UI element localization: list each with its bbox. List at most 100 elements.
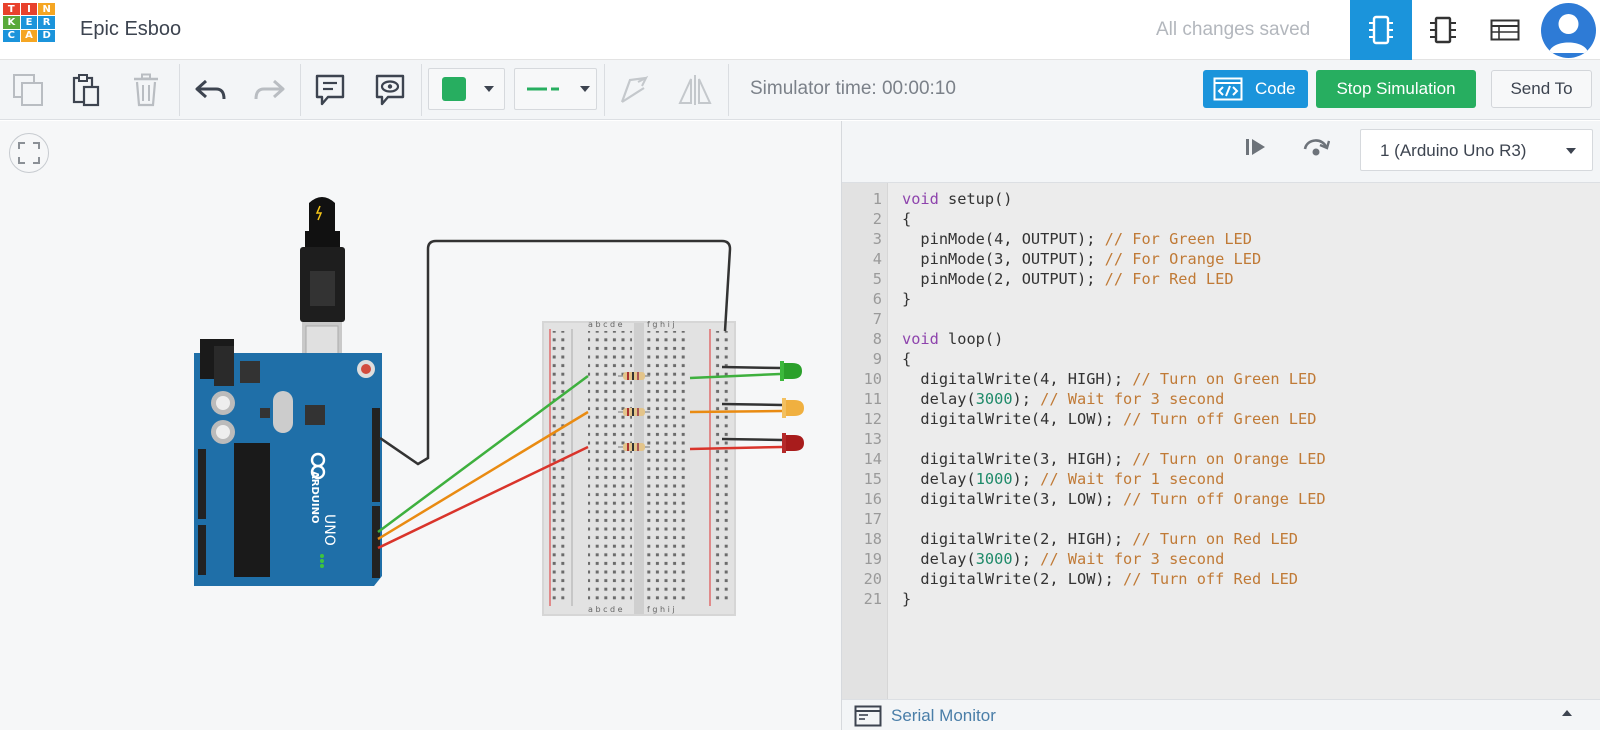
svg-text:a b c d e: a b c d e <box>588 605 623 614</box>
copy-icon <box>13 74 43 106</box>
rotate-button[interactable] <box>614 70 654 110</box>
tinkercad-app: T I N K E R C A D Epic Esboo All changes… <box>0 0 1600 730</box>
redo-arrow-icon <box>254 79 285 100</box>
user-avatar[interactable] <box>1541 3 1596 58</box>
breadboard[interactable]: a b c d e f g h i j a b c d e f g h i j <box>542 320 736 616</box>
code-line: { <box>902 350 912 368</box>
code-line: delay(1000); // Wait for 1 second <box>902 470 1225 488</box>
paste-button[interactable] <box>66 70 106 110</box>
wire-type-icon <box>527 87 559 91</box>
eye-note-icon <box>375 74 405 106</box>
code-button[interactable]: Code <box>1203 70 1308 108</box>
component-list-button[interactable] <box>1474 0 1536 60</box>
serial-monitor-label: Serial Monitor <box>891 706 996 725</box>
paste-icon <box>72 74 100 107</box>
notes-visibility-button[interactable] <box>370 70 410 110</box>
orange-led[interactable] <box>782 398 804 418</box>
logo-letter: E <box>20 16 38 29</box>
line-number: 4 <box>872 250 882 268</box>
circuit-canvas[interactable]: ARDUINO UNO a b c d e f g h i j a b c d … <box>0 121 841 730</box>
step-icon <box>1246 139 1265 155</box>
device-selector-label: 1 (Arduino Uno R3) <box>1380 141 1527 160</box>
code-editor-icon <box>1213 77 1243 101</box>
undo-button[interactable] <box>190 70 230 110</box>
code-line: } <box>902 290 912 308</box>
code-line: pinMode(4, OUTPUT); // For Green LED <box>902 230 1252 248</box>
schematic-view-button[interactable] <box>1412 0 1474 60</box>
chevron-down-icon <box>484 86 494 92</box>
save-status: All changes saved <box>1156 19 1311 40</box>
redo-button[interactable] <box>250 70 290 110</box>
user-avatar-icon <box>1549 14 1588 53</box>
flip-button[interactable] <box>675 70 715 110</box>
logo-letter: C <box>3 29 20 42</box>
line-number: 20 <box>863 570 882 588</box>
line-number: 15 <box>863 470 882 488</box>
code-editor[interactable]: 1 void setup() 2 { 3 pinMode(4, OUTPUT); /… <box>842 189 1600 609</box>
send-to-button[interactable]: Send To <box>1491 70 1592 108</box>
logo-letter: N <box>38 3 55 16</box>
line-number: 3 <box>872 230 882 248</box>
line-number: 21 <box>863 590 882 608</box>
project-title[interactable]: Epic Esboo <box>80 18 181 41</box>
line-number: 9 <box>872 350 882 368</box>
code-line: void setup() <box>902 190 1013 208</box>
chevron-down-icon <box>580 86 590 92</box>
flip-icon <box>678 75 712 105</box>
stop-simulation-button[interactable]: Stop Simulation <box>1316 70 1476 108</box>
line-number: 2 <box>872 210 882 228</box>
chevron-up-icon[interactable] <box>1562 710 1572 716</box>
line-number: 10 <box>863 370 882 388</box>
step-button[interactable] <box>1244 136 1268 163</box>
line-number: 7 <box>872 310 882 328</box>
svg-text:f g h i j: f g h i j <box>647 605 675 614</box>
undo-arrow-icon <box>195 79 226 100</box>
breadboard-columns-left: a b c d e <box>588 320 623 329</box>
code-line: void loop() <box>902 330 1004 348</box>
code-line: pinMode(2, OUTPUT); // For Red LED <box>902 270 1234 288</box>
arduino-model-label: UNO <box>321 514 337 546</box>
circuit-view-icon <box>1369 15 1393 45</box>
line-number: 19 <box>863 550 882 568</box>
note-icon <box>315 74 345 106</box>
line-number: 1 <box>872 190 882 208</box>
code-button-label: Code <box>1255 79 1296 98</box>
simulator-time: Simulator time: 00:00:10 <box>750 78 956 99</box>
code-panel: 1 (Arduino Uno R3) 1 void setup() 2 { 3 pi… <box>841 121 1600 730</box>
chevron-down-icon <box>1566 148 1576 154</box>
code-line: } <box>902 590 912 608</box>
green-led[interactable] <box>780 361 802 381</box>
code-line: delay(3000); // Wait for 3 second <box>902 390 1225 408</box>
code-line: digitalWrite(4, HIGH); // Turn on Green … <box>902 370 1317 388</box>
device-selector[interactable]: 1 (Arduino Uno R3) <box>1360 129 1593 171</box>
tinkercad-logo[interactable]: T I N K E R C A D <box>3 3 55 55</box>
toolbar: Simulator time: 00:00:10 Code Stop Simul… <box>0 60 1600 120</box>
arduino-uno-board[interactable]: ARDUINO UNO <box>194 339 382 586</box>
notes-button[interactable] <box>310 70 350 110</box>
circuit-view-button[interactable] <box>1350 0 1412 60</box>
logo-letter: T <box>3 3 20 16</box>
rotate-icon <box>620 75 649 103</box>
code-line: delay(3000); // Wait for 3 second <box>902 550 1225 568</box>
red-led[interactable] <box>782 433 804 453</box>
line-number: 16 <box>863 490 882 508</box>
circuit-diagram: ARDUINO UNO a b c d e f g h i j a b c d … <box>194 197 804 616</box>
code-line: digitalWrite(2, LOW); // Turn off Red LE… <box>902 570 1299 588</box>
logo-letter: I <box>20 3 38 16</box>
line-number: 18 <box>863 530 882 548</box>
line-number: 5 <box>872 270 882 288</box>
line-number: 17 <box>863 510 882 528</box>
code-line: digitalWrite(2, HIGH); // Turn on Red LE… <box>902 530 1299 548</box>
logo-letter: A <box>20 29 38 42</box>
wire-type-dropdown[interactable] <box>514 68 597 110</box>
trash-icon <box>134 73 158 107</box>
step-over-button[interactable] <box>1302 136 1331 163</box>
code-line: pinMode(3, OUTPUT); // For Orange LED <box>902 250 1262 268</box>
code-line: digitalWrite(3, HIGH); // Turn on Orange… <box>902 450 1326 468</box>
copy-button[interactable] <box>8 70 48 110</box>
delete-button[interactable] <box>126 70 166 110</box>
wire-color-dropdown[interactable] <box>428 68 505 110</box>
schematic-view-icon <box>1430 16 1456 44</box>
serial-monitor-bar[interactable]: Serial Monitor <box>842 699 1600 730</box>
step-over-icon <box>1303 139 1331 156</box>
